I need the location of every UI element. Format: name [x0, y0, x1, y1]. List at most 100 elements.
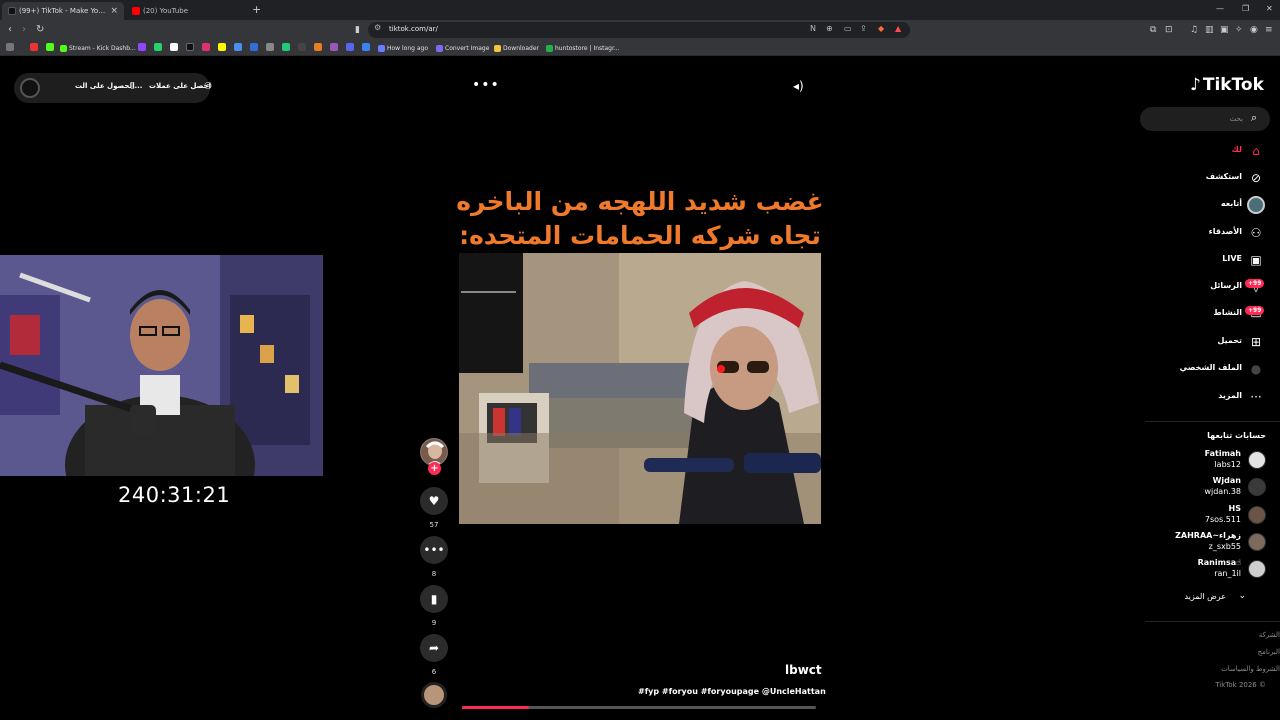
nav-explore[interactable]: استكشف ⊘ [1150, 168, 1268, 190]
footer-program-link[interactable]: البرنامج [1258, 648, 1280, 656]
nav-label: النشاط [1213, 308, 1242, 317]
twitch-icon[interactable] [138, 43, 146, 51]
comment-count: 8 [431, 570, 437, 578]
tab-youtube[interactable]: (20) YouTube [128, 2, 248, 20]
tab-title: (99+) TikTok - Make Your Day [19, 7, 107, 15]
account-name: Wjdan [1212, 476, 1241, 485]
new-tab-button[interactable]: + [252, 3, 261, 16]
reload-icon[interactable]: ↻ [36, 23, 44, 37]
friends-icon: ⚇ [1250, 226, 1262, 240]
vpn-icon[interactable]: ◉ [1250, 24, 1258, 36]
zoom-icon[interactable]: ⊕ [826, 24, 833, 33]
tiktok-bookmark-icon[interactable] [186, 43, 194, 51]
footer-terms-link[interactable]: الشروط والسياسات [1221, 665, 1280, 673]
nav-upload[interactable]: تحميل ⊞ [1150, 332, 1268, 354]
close-window-icon[interactable]: ✕ [1266, 4, 1273, 13]
cast-icon[interactable]: ▭ [844, 24, 852, 33]
bookmark-label: Convert Image [445, 44, 490, 52]
follow-plus-button[interactable]: + [428, 462, 441, 475]
tiktok-logo[interactable]: ♪ TikTok [1190, 75, 1264, 95]
more-options-button[interactable]: ••• [472, 77, 500, 93]
following-account[interactable]: Ranimsa☝ ran_1il [1150, 556, 1268, 582]
bookmark-label: Stream - Kick Dashb... [69, 44, 136, 52]
share-button[interactable]: ➦ [420, 634, 448, 662]
x-icon[interactable] [170, 43, 178, 51]
bookmark-favicon-icon[interactable] [250, 43, 258, 51]
see-more-label: عرض المزيد [1184, 592, 1226, 601]
video-player[interactable] [459, 253, 821, 524]
translate-icon[interactable]: N [810, 24, 816, 33]
music-icon[interactable]: ♫ [1190, 24, 1198, 36]
instagram-icon[interactable] [202, 43, 210, 51]
comment-button[interactable]: ••• [420, 536, 448, 564]
search-input[interactable] [1148, 111, 1243, 127]
bookmark-how-long-ago[interactable]: How long ago [378, 42, 428, 54]
search-icon[interactable]: ⌕ [1251, 111, 1257, 125]
rewards-icon[interactable]: ▲ [895, 24, 901, 33]
video-author[interactable]: lbwct [785, 663, 822, 677]
sidebar-icon[interactable]: ▥ [1205, 24, 1214, 36]
github-icon[interactable] [298, 43, 306, 51]
following-account[interactable]: ZAHRAA~زهراء z_sxb55 [1150, 529, 1268, 555]
divider [1145, 421, 1280, 422]
screenshot-icon[interactable]: ⊡ [1165, 24, 1173, 36]
account-name: ZAHRAA~زهراء [1175, 531, 1241, 540]
nav-live[interactable]: LIVE ▣ [1150, 250, 1268, 272]
video-progress-bar[interactable] [462, 706, 816, 709]
nav-for-you[interactable]: لك ⌂ [1150, 141, 1268, 163]
nav-label: الملف الشخصي [1179, 363, 1242, 372]
following-account[interactable]: HS 7sos.511 [1150, 502, 1268, 528]
bookmark-downloader[interactable]: Downloader [494, 42, 539, 54]
close-tab-icon[interactable]: × [110, 6, 118, 16]
discord-icon[interactable] [346, 43, 354, 51]
bookmark-huntostore[interactable]: huntostore | Instagr... [546, 42, 620, 54]
save-button[interactable]: ▮ [420, 585, 448, 613]
bookmark-favicon-icon[interactable] [314, 43, 322, 51]
avatar [1248, 506, 1266, 524]
bookmark-favicon-icon[interactable] [266, 43, 274, 51]
music-disc[interactable] [421, 682, 447, 708]
see-more-button[interactable]: عرض المزيد ⌄ [1150, 591, 1268, 605]
bookmark-favicon-icon[interactable] [362, 43, 370, 51]
forward-icon[interactable]: › [22, 23, 26, 37]
whatsapp-icon[interactable] [154, 43, 162, 51]
wallet-icon[interactable]: ▣ [1220, 24, 1229, 36]
video-caption[interactable]: #fyp #foryou #foryoupage @UncleHattan [638, 687, 826, 696]
apps-icon[interactable] [6, 43, 14, 51]
nav-profile[interactable]: الملف الشخصي ● [1150, 359, 1268, 381]
nav-following[interactable]: أتابعه [1150, 195, 1268, 217]
snapchat-icon[interactable] [218, 43, 226, 51]
following-account[interactable]: Wjdan wjdan.38 [1150, 474, 1268, 500]
minimize-icon[interactable]: — [1216, 4, 1224, 13]
following-account[interactable]: Fatimah labs12 [1150, 447, 1268, 473]
nav-label: تحميل [1217, 336, 1242, 345]
bookmark-favicon-icon[interactable] [30, 43, 38, 51]
kick-icon[interactable] [46, 43, 54, 51]
get-coins-label[interactable]: احصل على عملات [149, 82, 211, 90]
share-icon[interactable]: ⇪ [860, 24, 867, 33]
address-bar[interactable]: ⚙ tiktok.com/ar/ N ⊕ ▭ ⇪ ◆ ▲ [368, 22, 910, 38]
bookmark-favicon-icon[interactable] [330, 43, 338, 51]
nav-friends[interactable]: الأصدقاء ⚇ [1150, 223, 1268, 245]
site-info-icon[interactable]: ⚙ [374, 23, 381, 32]
leo-icon[interactable]: ✧ [1235, 24, 1243, 36]
avatar[interactable] [20, 78, 40, 98]
tab-title: (20) YouTube [143, 7, 189, 15]
footer-company-link[interactable]: الشركة [1259, 631, 1280, 639]
bookmark-favicon-icon[interactable] [282, 43, 290, 51]
nav-more[interactable]: المزيد ··· [1150, 387, 1268, 409]
like-button[interactable]: ♥ [420, 487, 448, 515]
maximize-icon[interactable]: ❐ [1242, 4, 1249, 13]
logo-text: TikTok [1202, 75, 1264, 95]
tab-tiktok[interactable]: (99+) TikTok - Make Your Day × [2, 2, 124, 20]
back-icon[interactable]: ‹ [8, 23, 12, 37]
bookmark-kick-dashboard[interactable]: Stream - Kick Dashb... [60, 42, 136, 54]
shield-icon[interactable]: ◆ [878, 24, 884, 33]
volume-icon[interactable]: ◂) [793, 79, 804, 93]
menu-icon[interactable]: ≡ [1265, 24, 1273, 36]
bookmark-icon[interactable]: ▮ [355, 24, 360, 36]
bookmark-favicon-icon[interactable] [234, 43, 242, 51]
extensions-icon[interactable]: ⧉ [1150, 24, 1156, 36]
screen: (99+) TikTok - Make Your Day × (20) YouT… [0, 0, 1280, 720]
bookmark-convert-image[interactable]: Convert Image [436, 42, 489, 54]
